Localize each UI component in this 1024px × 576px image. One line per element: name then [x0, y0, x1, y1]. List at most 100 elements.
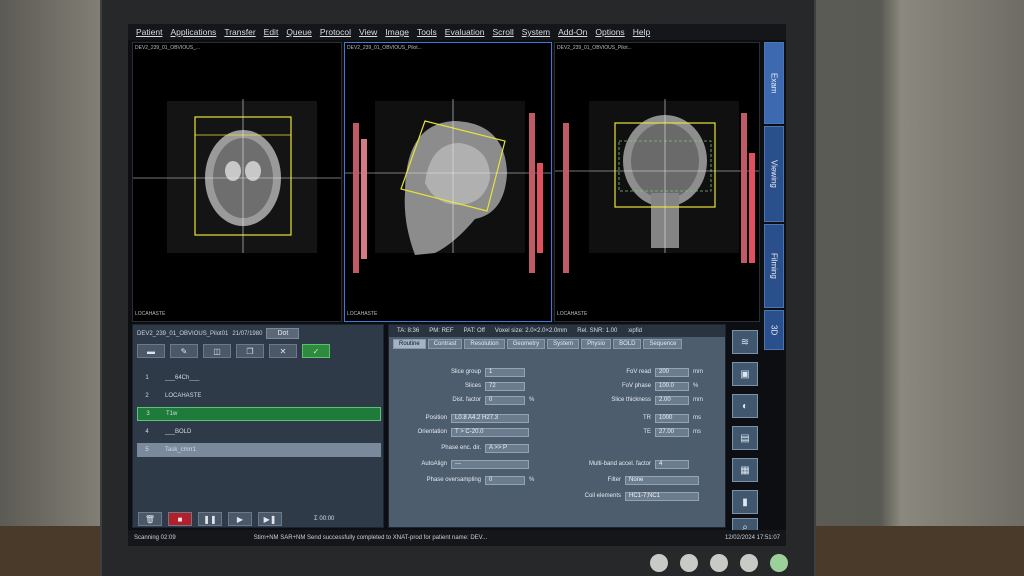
tab-physio[interactable]: Physio [581, 339, 612, 349]
te-label: TE [643, 429, 651, 435]
menu-edit[interactable]: Edit [264, 27, 279, 37]
position-field[interactable]: L0.8 A4.2 H27.3 [451, 414, 529, 423]
viewer-axial[interactable]: DEV2_239_01_OBVIOUS_... LOCAHASTE [132, 42, 342, 322]
phase-oversampling-field[interactable]: 0 [485, 476, 525, 485]
monitor-button[interactable] [680, 554, 698, 572]
tab-exam[interactable]: Exam [764, 42, 784, 124]
menu-transfer[interactable]: Transfer [224, 27, 255, 37]
tr-unit: ms [693, 415, 701, 421]
filter-label: Filter [607, 477, 621, 483]
menu-system[interactable]: System [522, 27, 550, 37]
orientation-field[interactable]: T > C-20.0 [451, 428, 529, 437]
viewer-sagittal[interactable]: DEV2_239_01_OBVIOUS_Pilot... LOCAHASTE [344, 42, 552, 322]
tab-geometry[interactable]: Geometry [506, 339, 546, 349]
list-item[interactable]: 3 T1w [137, 407, 381, 421]
filter-field[interactable]: None [625, 476, 699, 485]
tab-system[interactable]: System [547, 339, 580, 349]
skip-button[interactable]: ▶❚ [258, 512, 282, 526]
dist-factor-field[interactable]: 0 [485, 396, 525, 405]
list-item[interactable]: 1 ___64Ch___ [137, 371, 381, 385]
edit-icon[interactable]: ✎ [170, 344, 198, 358]
tab-bold[interactable]: BOLD [613, 339, 642, 349]
bars-icon[interactable]: ▮ [732, 490, 758, 514]
monitor-button[interactable] [650, 554, 668, 572]
dist-factor-unit: % [529, 397, 535, 403]
menu-options[interactable]: Options [595, 27, 624, 37]
head-icon[interactable]: ◐ [732, 394, 758, 418]
tool-column: ≋ ▣ ◐ ▤ ▦ ▮ ⌕ [732, 330, 760, 536]
te-field[interactable]: 27.00 [655, 428, 689, 437]
slice-group-field[interactable]: 1 [485, 368, 525, 377]
menu-protocol[interactable]: Protocol [320, 27, 351, 37]
menu-view[interactable]: View [359, 27, 377, 37]
image-icon[interactable]: ▤ [732, 426, 758, 450]
menu-tools[interactable]: Tools [417, 27, 437, 37]
wave-icon[interactable]: ≋ [732, 330, 758, 354]
chat-icon[interactable]: ◫ [203, 344, 231, 358]
scanner-screen: Patient Applications Transfer Edit Queue… [128, 24, 786, 546]
delete-icon[interactable]: ✕ [269, 344, 297, 358]
menu-queue[interactable]: Queue [286, 27, 312, 37]
snr-readout: Rel. SNR: 1.00 [577, 328, 618, 334]
menu-dropdown-button[interactable]: ▬ [137, 344, 165, 358]
te-unit: ms [693, 429, 701, 435]
menu-evaluation[interactable]: Evaluation [445, 27, 485, 37]
monitor-button[interactable] [740, 554, 758, 572]
power-button[interactable] [770, 554, 788, 572]
trash-icon[interactable]: 🗑 [138, 512, 162, 526]
scanning-status: Scanning 02:09 [134, 535, 176, 541]
ta-readout: TA: 8:36 [397, 328, 420, 334]
phase-enc-field[interactable]: A >> P [485, 444, 529, 453]
slice-thickness-field[interactable]: 2.00 [655, 396, 689, 405]
tab-viewing[interactable]: Viewing [764, 126, 784, 222]
fov-phase-field[interactable]: 100.0 [655, 382, 689, 391]
tab-3d[interactable]: 3D [764, 310, 784, 350]
autoalign-label: AutoAlign [421, 461, 447, 467]
fov-read-field[interactable]: 200 [655, 368, 689, 377]
slices-label: Slices [464, 383, 481, 389]
patient-dob: 21/07/1980 [232, 330, 263, 337]
apply-button[interactable]: ✓ [302, 344, 330, 358]
patient-name: DEV2_239_01_OBVIOUS_Pilot01 [137, 330, 229, 337]
slice-thickness-label: Slice thickness [611, 397, 651, 403]
list-item[interactable]: 4 ___BOLD [137, 425, 381, 439]
list-item[interactable]: 5 Task_cmrr1 [137, 443, 381, 457]
position-label: Position [425, 415, 447, 421]
orientation-label: Orientation [417, 429, 447, 435]
table-icon[interactable]: ▦ [732, 458, 758, 482]
tab-filming[interactable]: Filming [764, 224, 784, 308]
menu-patient[interactable]: Patient [136, 27, 162, 37]
voxel-readout: Voxel size: 2.0×2.0×2.0mm [494, 328, 568, 334]
menu-applications[interactable]: Applications [170, 27, 216, 37]
coil-elements-field[interactable]: HC1-7;NC1 [625, 492, 699, 501]
sequence-readout: :epfid [627, 328, 643, 334]
phase-oversampling-label: Phase oversampling [426, 477, 481, 483]
slices-field[interactable]: 72 [485, 382, 525, 391]
dist-factor-label: Dist. factor [452, 397, 481, 403]
menu-help[interactable]: Help [633, 27, 650, 37]
window-icon[interactable]: ▣ [732, 362, 758, 386]
menu-scroll[interactable]: Scroll [492, 27, 513, 37]
fov-read-label: FoV read [626, 369, 651, 375]
tab-sequence[interactable]: Sequence [643, 339, 683, 349]
autoalign-field[interactable]: --- [451, 460, 529, 469]
play-button[interactable]: ▶ [228, 512, 252, 526]
tab-contrast[interactable]: Contrast [427, 339, 463, 349]
multiband-field[interactable]: 4 [655, 460, 689, 469]
monitor-button[interactable] [710, 554, 728, 572]
tab-resolution[interactable]: Resolution [464, 339, 505, 349]
viewer-coronal[interactable]: DEV2_239_01_OBVIOUS_Pilot... LOCAHASTE [554, 42, 760, 322]
pat-readout: PAT: Off [463, 328, 485, 334]
axial-image [133, 99, 341, 253]
dot-button[interactable]: Dot [266, 328, 300, 339]
pause-button[interactable]: ❚❚ [198, 512, 222, 526]
slice-thickness-unit: mm [693, 397, 703, 403]
stop-button[interactable]: ■ [168, 512, 192, 526]
tab-routine[interactable]: Routine [393, 339, 426, 349]
copy-icon[interactable]: ❐ [236, 344, 264, 358]
tr-field[interactable]: 1000 [655, 414, 689, 423]
fov-read-unit: mm [693, 369, 703, 375]
menu-add-on[interactable]: Add-On [558, 27, 587, 37]
list-item[interactable]: 2 LOCAHASTE [137, 389, 381, 403]
menu-image[interactable]: Image [385, 27, 409, 37]
